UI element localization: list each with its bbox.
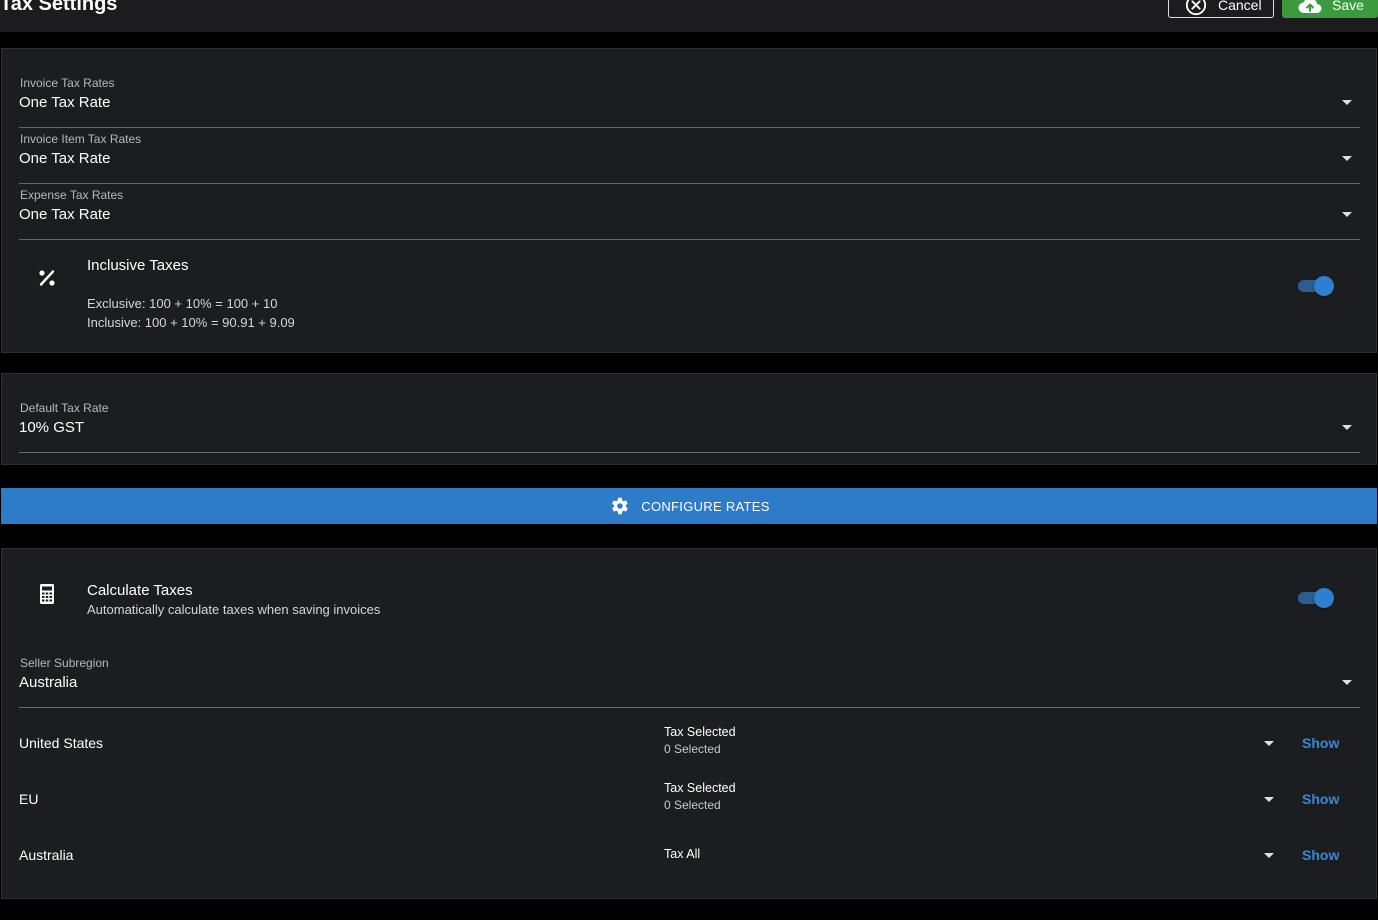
- caret-down-icon: [1342, 425, 1352, 430]
- exclusive-example-text: Exclusive: 100 + 10% = 100 + 10: [87, 296, 278, 311]
- percent-icon: [39, 270, 55, 286]
- calculate-taxes-subtitle: Automatically calculate taxes when savin…: [87, 602, 381, 617]
- region-tax-select-value: 0 Selected: [664, 798, 721, 812]
- show-link[interactable]: Show: [1302, 791, 1339, 807]
- show-link[interactable]: Show: [1302, 735, 1339, 751]
- region-tax-select[interactable]: Tax Selected 0 Selected: [664, 781, 1276, 821]
- caret-down-icon: [1342, 156, 1352, 161]
- region-row-australia: Australia Tax All Show: [2, 829, 1378, 885]
- field-label: Default Tax Rate: [20, 401, 109, 415]
- caret-down-icon: [1342, 212, 1352, 217]
- inclusive-taxes-toggle[interactable]: [1298, 275, 1334, 297]
- field-value: One Tax Rate: [19, 94, 111, 111]
- region-row-eu: EU Tax Selected 0 Selected Show: [2, 773, 1378, 829]
- show-link[interactable]: Show: [1302, 847, 1339, 863]
- configure-rates-button[interactable]: CONFIGURE RATES: [1, 488, 1377, 524]
- cancel-circle-icon: [1185, 0, 1207, 16]
- region-tax-select-value: 0 Selected: [664, 742, 721, 756]
- calculate-taxes-title: Calculate Taxes: [87, 582, 193, 599]
- cancel-label: Cancel: [1218, 0, 1262, 13]
- field-value: 10% GST: [19, 419, 85, 436]
- field-value: One Tax Rate: [19, 206, 111, 223]
- calculate-taxes-card: Calculate Taxes Automatically calculate …: [1, 548, 1377, 899]
- calculate-taxes-toggle[interactable]: [1298, 587, 1334, 609]
- page-title: Tax Settings: [0, 0, 118, 15]
- toggle-knob: [1314, 276, 1334, 296]
- region-name: United States: [19, 735, 104, 751]
- region-tax-select-label: Tax Selected: [664, 781, 736, 795]
- region-name: Australia: [19, 847, 74, 863]
- caret-down-icon: [1342, 680, 1352, 685]
- field-label: Seller Subregion: [20, 656, 109, 670]
- configure-rates-label: CONFIGURE RATES: [641, 498, 770, 514]
- region-tax-select[interactable]: Tax All: [664, 837, 1276, 877]
- save-label: Save: [1332, 0, 1364, 13]
- expense-tax-rates-select[interactable]: Expense Tax Rates One Tax Rate: [19, 188, 1360, 240]
- invoice-tax-rates-select[interactable]: Invoice Tax Rates One Tax Rate: [19, 76, 1360, 128]
- region-name: EU: [19, 791, 39, 807]
- gear-icon: [612, 497, 629, 515]
- tax-rates-card: Invoice Tax Rates One Tax Rate Invoice I…: [1, 48, 1377, 353]
- field-label: Expense Tax Rates: [20, 188, 124, 202]
- default-tax-card: Default Tax Rate 10% GST: [1, 373, 1377, 465]
- field-label: Invoice Item Tax Rates: [20, 132, 142, 146]
- cloud-upload-icon: [1298, 0, 1322, 14]
- caret-down-icon: [1264, 797, 1274, 802]
- region-tax-select-label: Tax Selected: [664, 725, 736, 739]
- field-value: Australia: [19, 674, 78, 691]
- calculator-icon: [40, 584, 54, 604]
- inclusive-taxes-title: Inclusive Taxes: [87, 257, 189, 274]
- default-tax-rate-select[interactable]: Default Tax Rate 10% GST: [19, 401, 1360, 453]
- save-button[interactable]: Save: [1282, 0, 1378, 18]
- cancel-button[interactable]: Cancel: [1168, 0, 1274, 18]
- inclusive-example-text: Inclusive: 100 + 10% = 90.91 + 9.09: [87, 315, 295, 330]
- caret-down-icon: [1264, 853, 1274, 858]
- invoice-item-tax-rates-select[interactable]: Invoice Item Tax Rates One Tax Rate: [19, 132, 1360, 184]
- field-value: One Tax Rate: [19, 150, 111, 167]
- field-label: Invoice Tax Rates: [20, 76, 115, 90]
- toggle-knob: [1314, 588, 1334, 608]
- region-tax-select[interactable]: Tax Selected 0 Selected: [664, 725, 1276, 765]
- caret-down-icon: [1342, 100, 1352, 105]
- region-row-united-states: United States Tax Selected 0 Selected Sh…: [2, 717, 1378, 773]
- seller-subregion-select[interactable]: Seller Subregion Australia: [19, 656, 1360, 708]
- caret-down-icon: [1264, 741, 1274, 746]
- region-tax-select-label: Tax All: [664, 847, 701, 861]
- top-bar: Tax Settings Cancel Save: [0, 0, 1378, 32]
